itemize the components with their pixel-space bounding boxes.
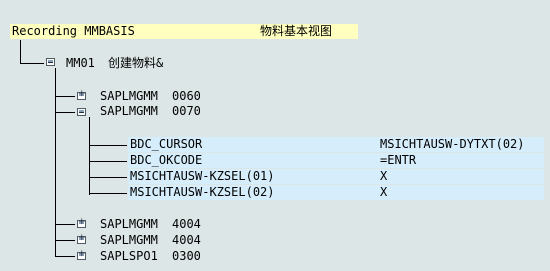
tree-connector [20,63,44,64]
field-value[interactable]: X [380,169,387,184]
field-name[interactable]: MSICHTAUSW-KZSEL(01) [130,169,275,184]
tree-connector [55,96,75,97]
tree-connector [20,40,21,63]
bdc-recording-tree: Recording MMBASIS 物料基本视图 MM01 创建物料& SAPL… [0,0,550,271]
screen-number: 0300 [172,249,201,263]
recording-description: 物料基本视图 [260,24,333,38]
transaction-code[interactable]: MM01 [66,56,95,71]
folder-plus-icon[interactable] [77,234,86,244]
screen-number: 0060 [172,89,201,103]
screen-number: 4004 [172,217,201,231]
tree-connector [55,240,75,241]
field-value[interactable]: X [380,185,387,200]
folder-minus-icon[interactable] [46,58,55,66]
screen-number: 4004 [172,233,201,247]
screen-program[interactable]: SAPLMGMM [100,104,158,119]
field-name[interactable]: MSICHTAUSW-KZSEL(02) [130,185,275,200]
tree-connector [55,256,75,257]
screen-program[interactable]: SAPLMGMM [100,217,158,232]
transaction-title: 创建物料& [108,56,164,70]
tree-connector [89,193,127,194]
tree-connector [89,177,127,178]
tree-connector [89,161,127,162]
screen-program[interactable]: SAPLMGMM [100,233,158,248]
folder-plus-icon[interactable] [77,90,86,100]
field-value[interactable]: =ENTR [380,153,416,168]
recording-name[interactable]: Recording MMBASIS [12,24,135,39]
screen-program[interactable]: SAPLMGMM [100,89,158,104]
tree-connector [55,112,75,113]
folder-plus-icon[interactable] [77,218,86,228]
tree-connector [89,145,127,146]
tree-connector [55,224,75,225]
tree-connector [89,117,90,195]
field-name[interactable]: BDC_OKCODE [130,153,202,168]
screen-program[interactable]: SAPLSPO1 [100,249,158,264]
screen-number: 0070 [172,104,201,118]
field-value[interactable]: MSICHTAUSW-DYTXT(02) [380,137,525,152]
field-name[interactable]: BDC_CURSOR [130,137,202,152]
folder-minus-icon[interactable] [77,108,86,116]
folder-plus-icon[interactable] [77,250,86,260]
